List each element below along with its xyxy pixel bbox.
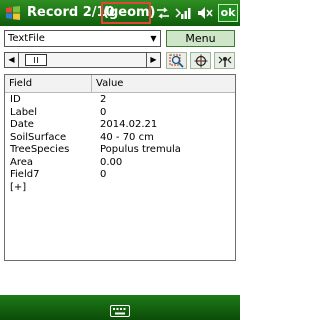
keyboard-icon[interactable] (110, 302, 130, 320)
signal-icon[interactable] (174, 5, 192, 21)
gps-record-icon (218, 56, 232, 67)
field-name-cell: SoilSurface (10, 131, 67, 143)
table-row[interactable]: Field7 0 (5, 169, 235, 182)
table-row[interactable]: [+] (5, 182, 235, 195)
table-row[interactable]: ID 2 (5, 94, 235, 107)
menu-button[interactable]: Menu (166, 30, 235, 47)
attribute-grid: Field Value ID 2 Label 0 Date 2014.02.21 SoilS… (4, 74, 236, 261)
column-header-value[interactable]: Value (92, 75, 235, 93)
record-scrollbar[interactable]: ◀ ▶ (4, 52, 161, 68)
field-value-cell[interactable]: 2 (100, 94, 106, 107)
table-row[interactable]: TreeSpecies Populus tremula (5, 144, 235, 157)
field-value-cell[interactable]: 2014.02.21 (100, 119, 157, 132)
field-name-cell: Date (10, 119, 34, 130)
field-value-cell[interactable]: 40 - 70 cm (100, 132, 154, 145)
ok-button[interactable]: ok (218, 4, 238, 22)
field-value-cell[interactable]: 0 (100, 107, 106, 120)
grid-rows: ID 2 Label 0 Date 2014.02.21 SoilSurface 40 - 7… (5, 94, 235, 194)
layer-dropdown[interactable]: TextFile ▼ (4, 30, 161, 47)
field-name-cell: [+] (10, 181, 27, 193)
geometry-indicator[interactable]: (geom) (101, 2, 155, 24)
field-name-cell: Label (10, 106, 37, 118)
field-value-cell[interactable]: 0 (100, 169, 106, 182)
scroll-left-icon[interactable]: ◀ (5, 53, 19, 67)
column-header-field[interactable]: Field (5, 75, 92, 93)
table-row[interactable]: SoilSurface 40 - 70 cm (5, 132, 235, 145)
grid-header: Field Value (5, 75, 235, 93)
field-name-cell: Area (10, 156, 34, 168)
field-value-cell[interactable]: Populus tremula (100, 144, 181, 157)
title-bar: Record 2/10 (geom) ok (0, 0, 240, 26)
app-screen: Record 2/10 (geom) ok TextFile ▼ Menu ◀ … (0, 0, 240, 320)
scroll-right-icon[interactable]: ▶ (146, 53, 160, 67)
table-row[interactable]: Date 2014.02.21 (5, 119, 235, 132)
zoom-to-feature-button[interactable] (166, 52, 187, 69)
field-name-cell: TreeSpecies (10, 144, 70, 155)
zoom-to-feature-icon (169, 54, 184, 68)
table-row[interactable]: Area 0.00 (5, 157, 235, 170)
locate-gps-button[interactable] (190, 52, 211, 69)
layer-dropdown-value: TextFile (8, 33, 45, 44)
chevron-down-icon[interactable]: ▼ (147, 31, 160, 46)
windows-flag-icon[interactable] (4, 4, 22, 22)
field-name-cell: ID (10, 94, 21, 105)
table-row[interactable]: Label 0 (5, 107, 235, 120)
volume-icon[interactable] (196, 5, 214, 21)
field-value-cell[interactable]: 0.00 (100, 157, 122, 170)
bottom-bar (0, 295, 240, 320)
scroll-thumb[interactable] (25, 54, 47, 66)
locate-gps-icon (194, 54, 208, 68)
connectivity-icon[interactable] (155, 5, 171, 21)
gps-record-button[interactable] (214, 52, 235, 69)
field-name-cell: Field7 (10, 169, 40, 180)
